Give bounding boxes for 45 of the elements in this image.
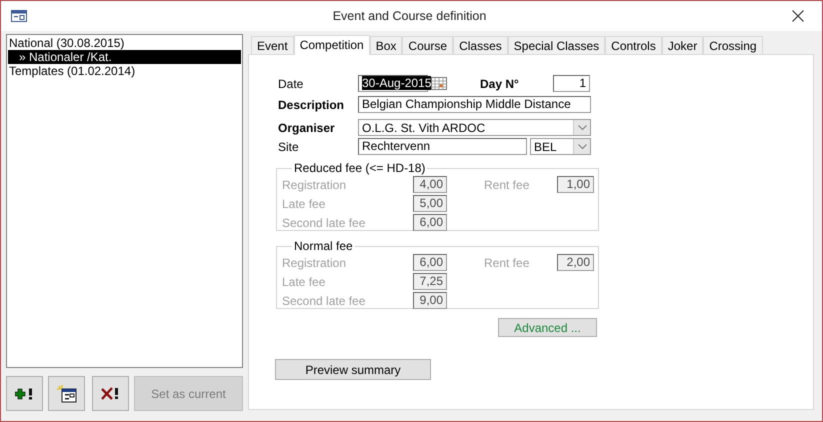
tab[interactable]: Classes xyxy=(453,36,508,54)
delete-icon xyxy=(100,386,120,400)
group-title: Reduced fee (<= HD-18) xyxy=(293,161,426,175)
site-field[interactable]: Rechtervenn xyxy=(358,138,527,155)
tab[interactable]: Competition xyxy=(294,35,370,55)
fee-label: Late fee xyxy=(282,196,326,210)
field-label: Description xyxy=(277,98,346,112)
description-field[interactable]: Belgian Championship Middle Distance xyxy=(358,96,591,113)
list-item[interactable]: » Nationaler /Kat. xyxy=(8,50,241,64)
tab[interactable]: Course xyxy=(402,36,454,54)
add-icon xyxy=(14,388,34,400)
calendar-icon[interactable] xyxy=(431,77,447,90)
delete-button[interactable] xyxy=(92,376,129,411)
field-label: Organiser xyxy=(277,120,336,134)
fee-label: Rent fee xyxy=(484,178,530,192)
dropdown-caret-icon xyxy=(578,125,586,130)
tab[interactable]: Crossing xyxy=(703,36,763,54)
form-icon xyxy=(11,10,27,22)
close-icon[interactable] xyxy=(792,10,804,22)
day-field[interactable]: 1 xyxy=(553,75,590,92)
add-button[interactable] xyxy=(6,376,43,411)
dropdown-caret-icon xyxy=(578,144,586,149)
tab[interactable]: Special Classes xyxy=(508,36,606,54)
fee-label: Registration xyxy=(282,178,348,192)
organiser-dropdown[interactable]: O.L.G. St. Vith ARDOC xyxy=(358,119,591,136)
field-label: Day N° xyxy=(480,76,520,90)
new-form-icon xyxy=(56,384,76,402)
tab[interactable]: Box xyxy=(370,36,402,54)
fee-label: Second late fee xyxy=(282,294,366,308)
window-title: Event and Course definition xyxy=(332,9,488,23)
tab[interactable]: Controls xyxy=(605,36,662,54)
tab[interactable]: Event xyxy=(251,36,294,54)
fee-label: Rent fee xyxy=(484,256,530,270)
new-button[interactable] xyxy=(48,376,85,411)
field-label: Site xyxy=(277,140,300,154)
list-item[interactable]: Templates (01.02.2014) xyxy=(8,64,241,78)
preview-summary-button[interactable]: Preview summary xyxy=(275,359,431,380)
country-dropdown[interactable]: BEL xyxy=(530,138,591,155)
fee-label: Second late fee xyxy=(282,216,366,230)
fee-label: Late fee xyxy=(282,274,326,288)
field-label: Date xyxy=(277,76,304,90)
list-item[interactable]: National (30.08.2015) xyxy=(8,36,241,50)
tab[interactable]: Joker xyxy=(662,36,704,54)
group-title: Normal fee xyxy=(293,239,354,253)
fee-label: Registration xyxy=(282,256,348,270)
